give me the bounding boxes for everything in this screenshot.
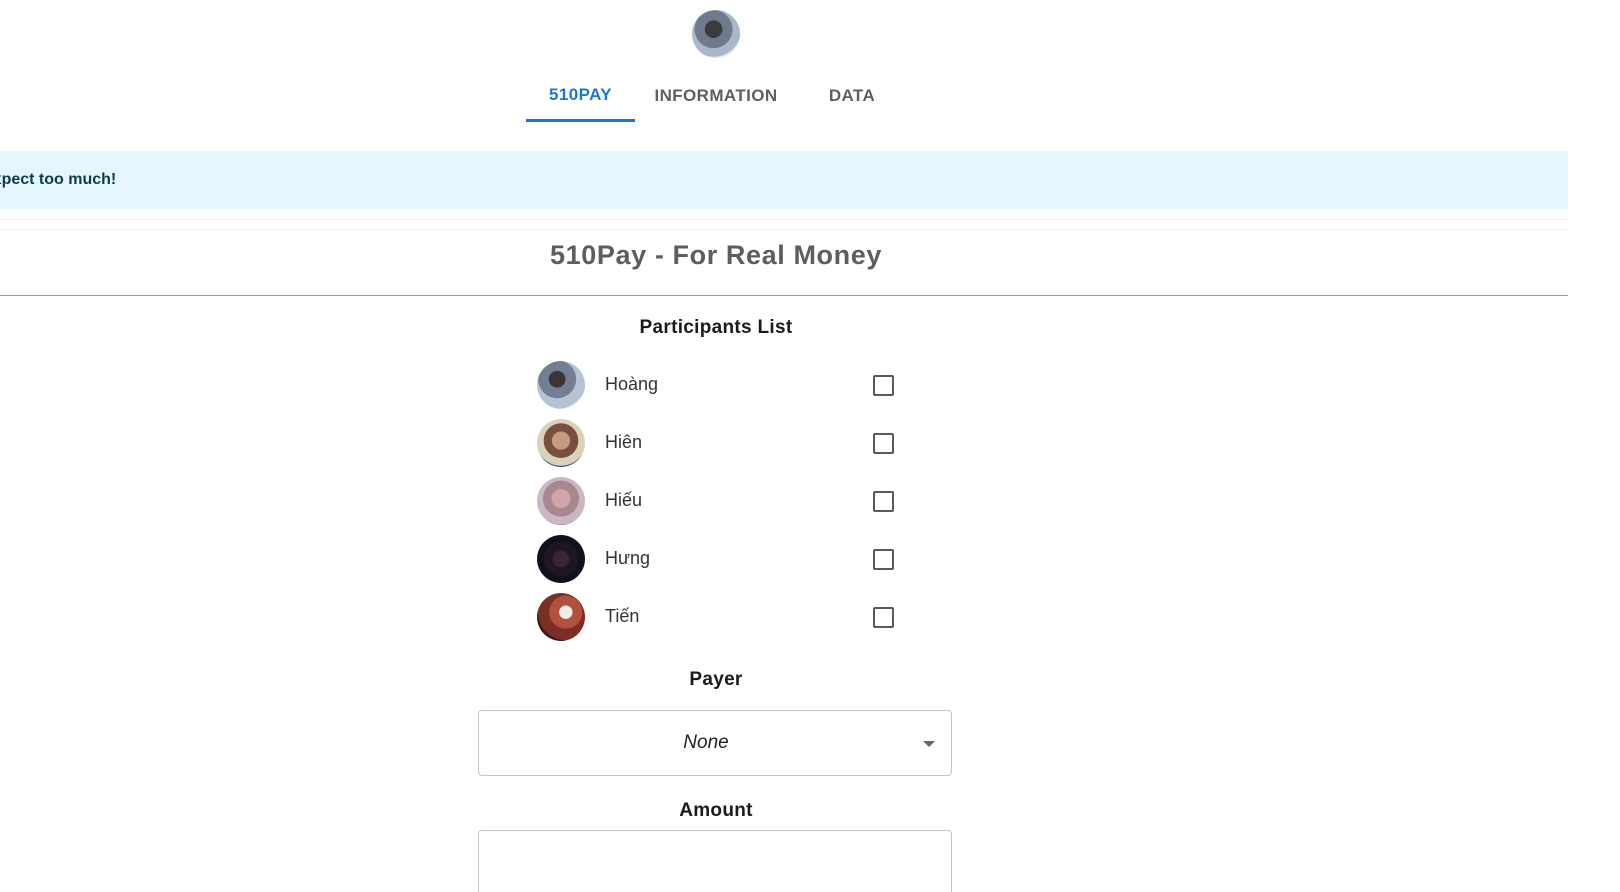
participant-row-hien: Hiên [537,419,897,469]
tab-data[interactable]: DATA [797,70,907,122]
participant-row-hung: Hưng [537,535,897,585]
participant-name: Hưng [605,548,651,568]
avatar [537,477,585,525]
avatar [537,593,585,641]
chevron-down-icon [923,741,935,747]
tab-510pay[interactable]: 510PAY [526,70,635,122]
amount-label: Amount [679,800,753,821]
participant-checkbox[interactable] [873,433,894,454]
avatar [537,535,585,583]
info-banner: t expect too much! [0,151,1568,209]
payer-selected-value: None [683,732,729,753]
header-avatar[interactable] [692,10,740,58]
divider [0,219,1568,220]
participant-row-tien: Tiến [537,593,897,643]
participant-name: Tiến [605,606,640,626]
participant-checkbox[interactable] [873,549,894,570]
amount-input[interactable] [478,830,952,892]
participant-name: Hoàng [605,374,659,394]
avatar [537,361,585,409]
tab-information[interactable]: INFORMATION [635,70,797,122]
participant-row-hoang: Hoàng [537,361,897,411]
participant-row-hieu: Hiếu [537,477,897,527]
participants-list-label: Participants List [639,317,793,338]
payer-select[interactable]: None [478,710,952,776]
payer-label: Payer [689,669,743,690]
participant-name: Hiên [605,432,643,452]
participant-name: Hiếu [605,490,643,510]
participant-checkbox[interactable] [873,491,894,512]
app-page: 510PAY INFORMATION DATA t expect too muc… [0,0,1620,892]
divider [0,229,1568,230]
participant-checkbox[interactable] [873,607,894,628]
tab-bar: 510PAY INFORMATION DATA [526,70,907,122]
avatar [537,419,585,467]
banner-text: t expect too much! [0,171,117,188]
participant-checkbox[interactable] [873,375,894,396]
page-title: 510Pay - For Real Money [550,240,882,270]
title-divider [0,295,1568,296]
